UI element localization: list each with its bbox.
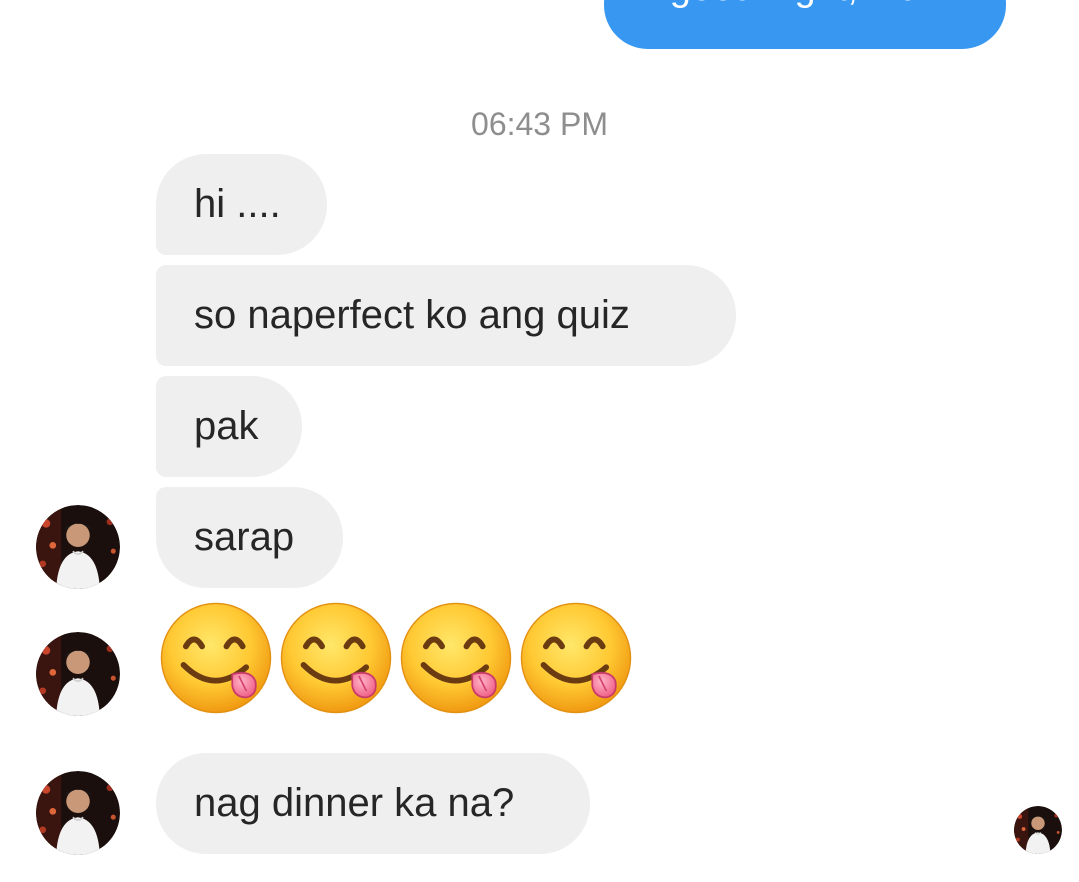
face-savoring-food-icon [278, 600, 394, 716]
seen-avatar [1014, 806, 1062, 854]
contact-avatar[interactable] [36, 771, 120, 855]
outgoing-message-text: good night, max [670, 0, 940, 9]
incoming-message-bubble[interactable]: sarap [156, 487, 343, 588]
face-savoring-food-icon [398, 600, 514, 716]
emoji-message[interactable] [158, 600, 634, 716]
incoming-message-bubble[interactable]: pak [156, 376, 302, 477]
contact-avatar[interactable] [36, 632, 120, 716]
incoming-message-text: so naperfect ko ang quiz [194, 293, 630, 337]
incoming-message-text: hi .... [194, 182, 281, 226]
incoming-message-bubble[interactable]: so naperfect ko ang quiz [156, 265, 736, 366]
face-savoring-food-icon [518, 600, 634, 716]
message-timestamp: 06:43 PM [471, 106, 608, 142]
face-savoring-food-icon [158, 600, 274, 716]
incoming-message-text: nag dinner ka na? [194, 781, 515, 825]
contact-avatar[interactable] [36, 505, 120, 589]
incoming-message-bubble[interactable]: nag dinner ka na? [156, 753, 590, 854]
incoming-message-bubble[interactable]: hi .... [156, 154, 327, 255]
outgoing-message-bubble[interactable]: good night, max [604, 0, 1006, 49]
incoming-message-text: sarap [194, 515, 295, 559]
incoming-message-text: pak [194, 404, 259, 448]
